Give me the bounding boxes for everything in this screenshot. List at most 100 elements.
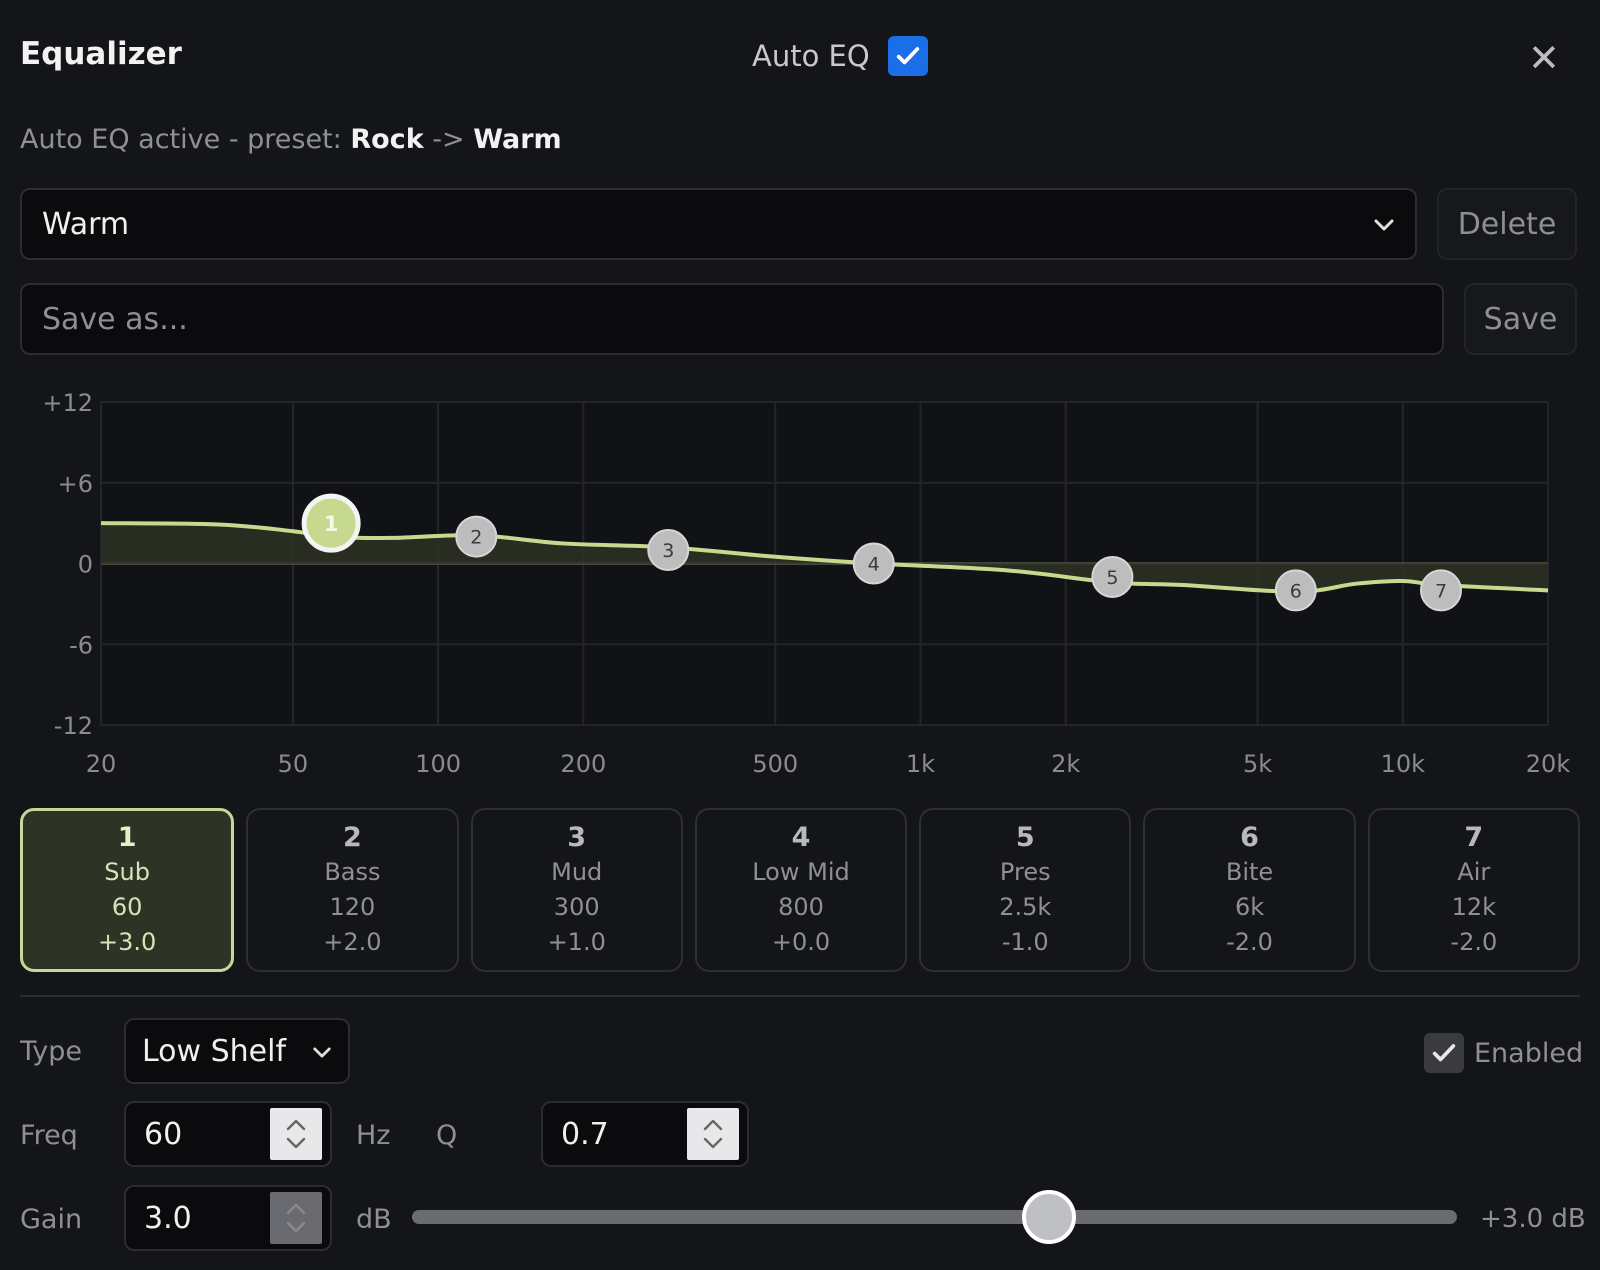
band-freq: 60 — [111, 893, 143, 921]
band-button-2[interactable]: 2 Bass 120 +2.0 — [246, 808, 459, 972]
status-arrow: -> — [423, 124, 474, 155]
x-tick-label: 20k — [1526, 750, 1571, 778]
band-gain: -2.0 — [1226, 928, 1273, 956]
auto-eq-label: Auto EQ — [752, 39, 870, 73]
band-point-label: 4 — [868, 554, 880, 576]
band-gain: -2.0 — [1450, 928, 1498, 956]
y-tick-label: -12 — [54, 712, 93, 740]
gain-readout: +3.0 dB — [1480, 1204, 1586, 1234]
band-freq: 2.5k — [999, 893, 1052, 921]
eq-response-chart[interactable]: 20 50 100 200 500 1k 2k 5k 10k 20k +12 +6 0 -6 -12 1 2 3 4… — [0, 380, 1600, 790]
gain-unit: dB — [356, 1204, 392, 1235]
band-button-6[interactable]: 6 Bite 6k -2.0 — [1143, 808, 1356, 972]
band-point-label: 6 — [1290, 580, 1302, 602]
band-freq: 120 — [329, 893, 376, 921]
gain-slider-thumb[interactable] — [1022, 1190, 1077, 1244]
band-number: 5 — [1015, 822, 1035, 853]
spin-arrows-icon[interactable] — [687, 1108, 739, 1160]
preset-select[interactable]: Warm — [20, 188, 1417, 260]
spin-arrows-icon[interactable] — [270, 1108, 322, 1160]
y-tick-label: +12 — [42, 389, 93, 417]
preset-select-value: Warm — [42, 206, 130, 242]
chevron-down-icon — [312, 1037, 332, 1065]
band-gain: -1.0 — [1001, 928, 1049, 956]
band-name: Low Mid — [752, 858, 850, 886]
gain-stepper[interactable]: 3.0 — [124, 1185, 332, 1251]
x-tick-label: 1k — [906, 750, 935, 778]
band-name: Mud — [551, 858, 603, 886]
band-button-7[interactable]: 7 Air 12k -2.0 — [1367, 808, 1580, 972]
filter-type-select[interactable]: Low Shelf — [124, 1018, 350, 1084]
band-selector: 1 Sub 60 +3.0 2 Bass 120 +2.0 3 Mud 300 +1.0 4 Low Mi… — [20, 808, 1580, 972]
band-gain: +1.0 — [547, 928, 606, 956]
status-to-preset: Warm — [473, 124, 562, 155]
save-preset-button[interactable]: Save — [1464, 283, 1577, 355]
band-name: Bite — [1225, 858, 1274, 886]
band-gain: +2.0 — [323, 928, 382, 956]
delete-preset-button[interactable]: Delete — [1437, 188, 1577, 260]
gain-label: Gain — [20, 1204, 83, 1235]
band-number: 2 — [343, 822, 362, 853]
band-number: 1 — [117, 822, 137, 853]
band-gain: +0.0 — [771, 928, 831, 956]
band-enabled-toggle[interactable]: Enabled — [1424, 1033, 1583, 1073]
x-tick-label: 20 — [86, 750, 117, 778]
q-label: Q — [436, 1120, 458, 1151]
band-button-3[interactable]: 3 Mud 300 +1.0 — [470, 808, 683, 972]
x-tick-label: 500 — [752, 750, 798, 778]
band-number: 7 — [1464, 822, 1484, 853]
check-icon — [896, 47, 919, 65]
auto-eq-checkbox[interactable] — [887, 36, 928, 76]
band-number: 4 — [791, 822, 811, 853]
gain-value: 3.0 — [144, 1200, 192, 1236]
y-tick-label: -6 — [69, 631, 93, 659]
chevron-down-icon — [1373, 209, 1395, 239]
dialog-title: Equalizer — [20, 36, 182, 72]
freq-value: 60 — [144, 1116, 183, 1152]
band-button-1[interactable]: 1 Sub 60 +3.0 — [20, 808, 235, 972]
close-icon[interactable]: ✕ — [1528, 38, 1560, 78]
freq-label: Freq — [20, 1120, 78, 1151]
q-stepper[interactable]: 0.7 — [541, 1101, 749, 1167]
band-number: 6 — [1240, 822, 1259, 853]
band-point-label: 7 — [1435, 580, 1447, 602]
band-number: 3 — [567, 822, 587, 853]
type-label: Type — [20, 1036, 83, 1067]
band-name: Air — [1457, 858, 1491, 886]
q-value: 0.7 — [561, 1116, 609, 1152]
band-button-4[interactable]: 4 Low Mid 800 +0.0 — [694, 808, 908, 972]
spin-arrows-icon[interactable] — [270, 1192, 322, 1244]
x-tick-label: 100 — [415, 750, 461, 778]
band-name: Bass — [324, 858, 381, 886]
x-tick-label: 5k — [1243, 750, 1272, 778]
divider — [20, 995, 1580, 997]
band-point-label: 1 — [324, 512, 339, 536]
enabled-checkbox[interactable] — [1424, 1033, 1464, 1073]
band-freq: 6k — [1234, 893, 1265, 921]
band-point-label: 5 — [1106, 567, 1118, 589]
status-prefix: Auto EQ active - preset: — [20, 124, 351, 155]
band-point-label: 2 — [470, 527, 482, 549]
save-as-input[interactable]: Save as... — [20, 283, 1444, 355]
x-tick-label: 50 — [278, 750, 309, 778]
x-tick-label: 200 — [560, 750, 606, 778]
auto-eq-toggle[interactable]: Auto EQ — [752, 36, 928, 76]
x-tick-label: 10k — [1381, 750, 1426, 778]
band-freq: 300 — [553, 893, 600, 921]
x-tick-label: 2k — [1051, 750, 1080, 778]
y-tick-label: +6 — [58, 470, 93, 498]
band-point-label: 3 — [662, 540, 674, 562]
filter-type-value: Low Shelf — [142, 1033, 287, 1069]
y-tick-label: 0 — [78, 551, 93, 579]
band-freq: 12k — [1451, 893, 1497, 921]
freq-unit: Hz — [356, 1120, 391, 1151]
gain-slider-track[interactable] — [412, 1210, 1457, 1224]
band-name: Sub — [104, 858, 150, 886]
freq-stepper[interactable]: 60 — [124, 1101, 332, 1167]
enabled-label: Enabled — [1474, 1037, 1584, 1069]
band-name: Pres — [999, 858, 1051, 886]
status-from-preset: Rock — [350, 124, 424, 155]
band-gain: +3.0 — [98, 928, 157, 956]
band-button-5[interactable]: 5 Pres 2.5k -1.0 — [919, 808, 1132, 972]
auto-eq-status: Auto EQ active - preset: Rock -> Warm — [20, 124, 562, 155]
